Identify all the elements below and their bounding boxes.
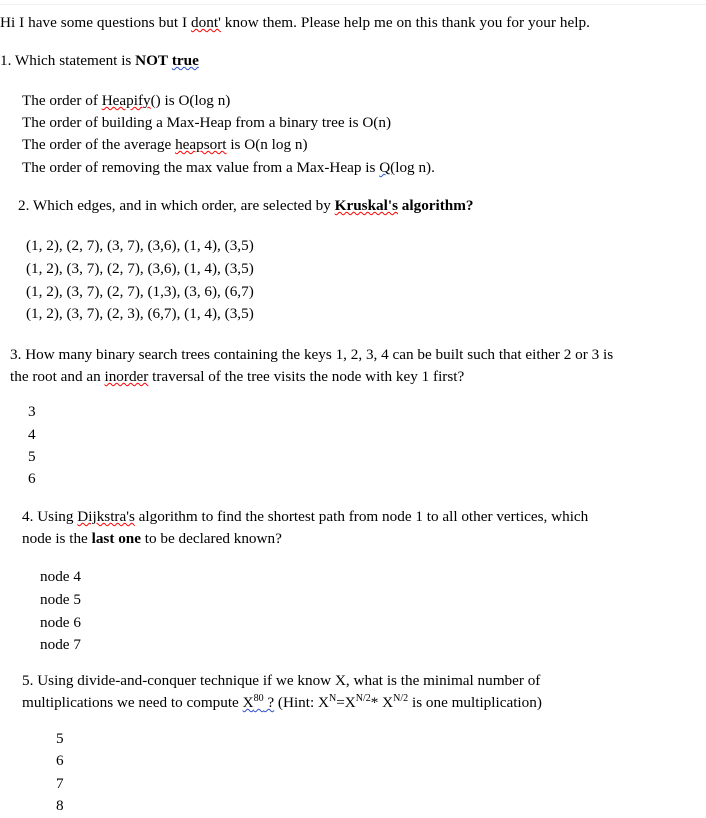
question-3-stem-text: How many binary search trees containing … bbox=[21, 346, 614, 363]
option-text-pre: The order of bbox=[22, 92, 102, 109]
question-5-stem-pre: multiplications we need to compute bbox=[22, 694, 243, 711]
question-5-stem-text: Using divide-and-conquer technique if we… bbox=[33, 672, 541, 689]
question-3-option-4: 6 bbox=[28, 468, 706, 491]
question-1-number: 1. bbox=[0, 52, 12, 69]
option-text-pre: The order of building a Max-Heap from a … bbox=[22, 114, 392, 131]
formula-tail: ? bbox=[263, 694, 275, 711]
option-text: 5 bbox=[56, 730, 64, 747]
question-3-option-3: 5 bbox=[28, 446, 706, 469]
greeting-misspelled-word: dont' bbox=[190, 14, 221, 31]
question-5-number: 5. bbox=[22, 672, 34, 689]
question-2-option-3: (1, 2), (3, 7), (2, 7), (1,3), (3, 6), (… bbox=[26, 281, 706, 304]
question-1-stem-before: Which statement is bbox=[11, 52, 136, 69]
question-5-stem-line-2: multiplications we need to compute X80 ?… bbox=[22, 692, 706, 715]
hint-mid-2: * X bbox=[370, 694, 394, 711]
question-4-bold-last-one: last one bbox=[91, 530, 141, 547]
question-5-stem-line-1: 5. Using divide-and-conquer technique if… bbox=[22, 670, 706, 693]
option-text: 8 bbox=[56, 797, 64, 814]
question-4-stem-line2-pre: node is the bbox=[22, 530, 92, 547]
question-3-stem-line-2: the root and an inorder traversal of the… bbox=[10, 366, 706, 389]
option-text: 7 bbox=[56, 775, 64, 792]
option-text-post: is O(n log n) bbox=[226, 136, 308, 153]
question-1-option-3: The order of the average heapsort is O(n… bbox=[22, 134, 706, 157]
question-3-stem-line-1: 3. How many binary search trees containi… bbox=[10, 344, 706, 367]
question-4-number: 4. bbox=[22, 508, 34, 525]
option-text: 6 bbox=[28, 470, 36, 487]
question-2-option-2: (1, 2), (3, 7), (2, 7), (3,6), (1, 4), (… bbox=[26, 258, 706, 281]
option-text: node 4 bbox=[40, 568, 81, 585]
question-1-option-4: The order of removing the max value from… bbox=[22, 157, 706, 180]
question-5-option-3: 7 bbox=[56, 773, 706, 796]
question-4-flagged-word: Dijkstra's bbox=[77, 508, 135, 525]
question-1-bold-not: NOT bbox=[135, 52, 169, 69]
greeting-paragraph: Hi I have some questions but I dont' kno… bbox=[0, 12, 706, 35]
question-4-option-3: node 6 bbox=[40, 612, 706, 635]
option-text: (1, 2), (3, 7), (2, 7), (1,3), (3, 6), (… bbox=[26, 283, 254, 300]
question-3-number: 3. bbox=[10, 346, 22, 363]
question-2-stem: 2. Which edges, and in which order, are … bbox=[18, 195, 706, 218]
formula-base: X bbox=[242, 694, 254, 711]
question-4-option-4: node 7 bbox=[40, 634, 706, 657]
option-text: node 6 bbox=[40, 614, 81, 631]
question-4-stem-line-2: node is the last one to be declared know… bbox=[22, 528, 706, 551]
question-5-option-1: 5 bbox=[56, 728, 706, 751]
question-3-stem-post: traversal of the tree visits the node wi… bbox=[148, 368, 465, 385]
question-4-stem-line-1: 4. Using Dijkstra's algorithm to find th… bbox=[22, 506, 706, 529]
question-2-bold-algorithm: algorithm? bbox=[397, 197, 474, 214]
option-text: 4 bbox=[28, 426, 36, 443]
option-flagged-word: heapsort bbox=[175, 136, 227, 153]
hint-mid-1: =X bbox=[336, 694, 356, 711]
option-text-pre: The order of removing the max value from… bbox=[22, 159, 380, 176]
option-text: node 5 bbox=[40, 591, 81, 608]
question-2-stem-before: Which edges, and in which order, are sel… bbox=[29, 197, 335, 214]
option-text: (1, 2), (3, 7), (2, 3), (6,7), (1, 4), (… bbox=[26, 305, 254, 322]
question-4-stem-post: algorithm to find the shortest path from… bbox=[134, 508, 589, 525]
option-text: (1, 2), (2, 7), (3, 7), (3,6), (1, 4), (… bbox=[26, 237, 254, 254]
option-flagged-word: Heapify bbox=[101, 92, 151, 109]
option-text-post: log n). bbox=[395, 159, 435, 176]
option-text: node 7 bbox=[40, 636, 81, 653]
question-5-option-4: 8 bbox=[56, 795, 706, 818]
document-page: Hi I have some questions but I dont' kno… bbox=[0, 0, 706, 815]
question-2-bold-kruskals: Kruskal's bbox=[334, 197, 398, 214]
question-4-option-1: node 4 bbox=[40, 566, 706, 589]
question-4-option-2: node 5 bbox=[40, 589, 706, 612]
hint-exponent-n-half-1: N/2 bbox=[355, 692, 371, 704]
question-3-option-1: 3 bbox=[28, 401, 706, 424]
option-text-pre: The order of the average bbox=[22, 136, 176, 153]
option-flagged-word: Q( bbox=[379, 159, 396, 176]
option-text-post: () is O(log n) bbox=[150, 92, 231, 109]
top-rule bbox=[0, 4, 706, 5]
question-4-stem-line2-post: to be declared known? bbox=[140, 530, 282, 547]
question-1-option-2: The order of building a Max-Heap from a … bbox=[22, 112, 706, 135]
question-4-stem-pre: Using bbox=[33, 508, 78, 525]
question-5-option-2: 6 bbox=[56, 750, 706, 773]
question-3-stem-pre: the root and an bbox=[10, 368, 105, 385]
option-text: 5 bbox=[28, 448, 36, 465]
question-3-option-2: 4 bbox=[28, 424, 706, 447]
question-2-option-4: (1, 2), (3, 7), (2, 3), (6,7), (1, 4), (… bbox=[26, 303, 706, 326]
question-2-option-1: (1, 2), (2, 7), (3, 7), (3,6), (1, 4), (… bbox=[26, 235, 706, 258]
greeting-text-before: Hi I have some questions but I bbox=[0, 14, 191, 31]
option-text: 3 bbox=[28, 403, 36, 420]
option-text: (1, 2), (3, 7), (2, 7), (3,6), (1, 4), (… bbox=[26, 260, 254, 277]
formula-exponent: 80 bbox=[253, 692, 264, 704]
question-1-bold-true: true bbox=[171, 52, 199, 69]
option-text: 6 bbox=[56, 752, 64, 769]
question-5-formula-x80: X80 ? bbox=[242, 692, 275, 711]
hint-exponent-n-half-2: N/2 bbox=[393, 692, 409, 704]
question-2-number: 2. bbox=[18, 197, 30, 214]
question-1-option-1: The order of Heapify() is O(log n) bbox=[22, 90, 706, 113]
question-3-flagged-word: inorder bbox=[104, 368, 149, 385]
question-5-hint-post: is one multiplication) bbox=[408, 694, 542, 711]
greeting-text-after: know them. Please help me on this thank … bbox=[220, 14, 591, 31]
question-5-hint-pre: (Hint: X bbox=[274, 694, 329, 711]
question-1-stem: 1. Which statement is NOT true bbox=[0, 50, 706, 73]
